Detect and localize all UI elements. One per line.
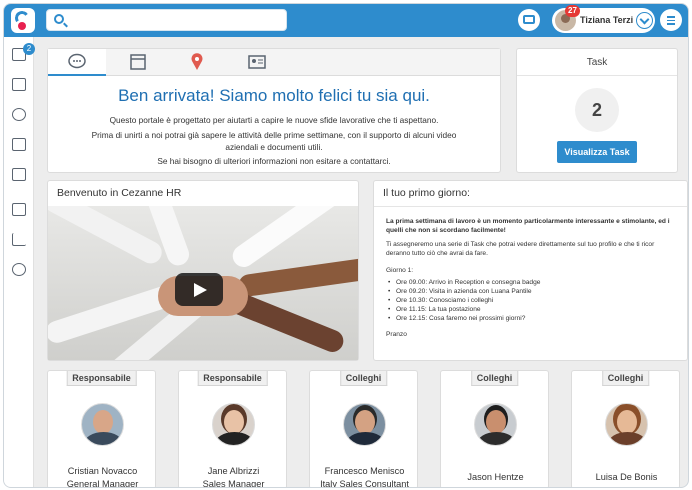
hamburger-menu-button[interactable] [660, 9, 682, 31]
person-card[interactable]: Responsabile Cristian Novacco General Ma… [47, 370, 156, 488]
map-pin-icon [191, 53, 203, 70]
person-card[interactable]: Colleghi Jason Hentze [440, 370, 549, 487]
task-count: 2 [575, 88, 619, 132]
view-tasks-button[interactable]: Visualizza Task [557, 141, 637, 163]
welcome-title: Ben arrivata! Siamo molto felici tu sia … [118, 86, 430, 105]
person-photo [605, 403, 648, 446]
person-name: Jason Hentze [467, 472, 524, 482]
search-input[interactable] [71, 12, 281, 28]
first-day-paragraph: Ti assegneremo una serie di Task che pot… [386, 241, 655, 258]
first-day-lunch: Pranzo [386, 331, 407, 338]
schedule-item: Ore 12.15: Cosa faremo nei prossimi gior… [388, 315, 525, 322]
id-card-button[interactable] [518, 9, 540, 31]
user-name: Tiziana Terzi [580, 15, 634, 25]
id-card-icon [523, 15, 535, 24]
id-card-icon [248, 55, 266, 69]
task-panel: Task 2 Visualizza Task [516, 48, 678, 173]
welcome-line-3: aziendali e documenti utili. [225, 142, 323, 152]
video-title: Benvenuto in Cezanne HR [57, 187, 182, 199]
chat-icon[interactable] [12, 263, 26, 276]
search-icon [54, 14, 64, 24]
video-panel: Benvenuto in Cezanne HR [47, 180, 359, 361]
documents-icon[interactable] [12, 203, 26, 216]
search-box[interactable] [46, 9, 287, 31]
welcome-line-1: Questo portale è progettato per aiutarti… [109, 115, 439, 125]
person-photo [212, 403, 255, 446]
org-chart-icon[interactable] [12, 138, 26, 151]
welcome-panel: Ben arrivata! Siamo molto felici tu sia … [47, 48, 501, 173]
book-icon[interactable] [12, 168, 26, 181]
person-role: Colleghi [601, 371, 650, 386]
person-role: Responsabile [197, 371, 268, 386]
person-card[interactable]: Colleghi Luisa De Bonis [571, 370, 680, 487]
calendar-icon[interactable] [12, 78, 26, 91]
schedule-item: Ore 10.30: Conosciamo i colleghi [388, 297, 493, 304]
play-button[interactable] [175, 273, 223, 306]
person-name: Francesco Menisco [324, 466, 405, 476]
welcome-line-4: Se hai bisogno di ulteriori informazioni… [157, 156, 391, 166]
welcome-tabs [48, 49, 500, 76]
calendar-icon [130, 54, 146, 70]
tab-calendar[interactable] [109, 49, 167, 76]
tab-contacts[interactable] [228, 49, 286, 76]
app-window: 27 Tiziana Terzi 2 Ben arrivata! Siamo m… [3, 3, 689, 488]
first-day-intro: La prima settimana di lavoro è un moment… [386, 218, 670, 235]
person-name: Luisa De Bonis [595, 472, 658, 482]
cezanne-logo[interactable] [11, 8, 35, 33]
first-day-panel: Il tuo primo giorno: La prima settimana … [373, 180, 688, 361]
person-photo [343, 403, 386, 446]
schedule-item: Ore 11.15: La tua postazione [388, 306, 481, 313]
people-icon[interactable] [12, 108, 26, 121]
tab-location[interactable] [168, 49, 226, 76]
bar-chart-icon[interactable] [12, 233, 26, 246]
person-photo [474, 403, 517, 446]
person-card[interactable]: Responsabile Jane Albrizzi Sales Manager [178, 370, 287, 488]
chat-bubble-icon [68, 53, 86, 69]
tab-messages[interactable] [48, 49, 106, 76]
person-title: Italy Sales Consultant [320, 479, 409, 488]
schedule-item: Ore 09.00: Arrivo in Reception e consegn… [388, 279, 540, 286]
schedule-item: Ore 09.20: Visita in azienda con Luana P… [388, 288, 531, 295]
person-role: Colleghi [339, 371, 388, 386]
first-day-title: Il tuo primo giorno: [383, 187, 470, 199]
task-title: Task [586, 57, 608, 68]
person-card[interactable]: Colleghi Francesco Menisco Italy Sales C… [309, 370, 418, 488]
person-name: Cristian Novacco [67, 466, 138, 476]
person-role: Colleghi [470, 371, 519, 386]
sidebar: 2 [4, 37, 35, 487]
video-player[interactable] [48, 206, 358, 360]
person-photo [81, 403, 124, 446]
person-name: Jane Albrizzi [207, 466, 260, 476]
user-menu[interactable]: 27 Tiziana Terzi [552, 5, 655, 33]
tasks-badge: 2 [23, 43, 35, 55]
first-day-day: Giorno 1: [386, 267, 414, 274]
top-bar: 27 Tiziana Terzi [4, 4, 688, 37]
person-title: General Manager [66, 479, 139, 488]
person-role: Responsabile [66, 371, 137, 386]
person-title: Sales Manager [202, 479, 265, 488]
notification-badge: 27 [565, 5, 580, 17]
chevron-down-icon[interactable] [636, 12, 653, 29]
